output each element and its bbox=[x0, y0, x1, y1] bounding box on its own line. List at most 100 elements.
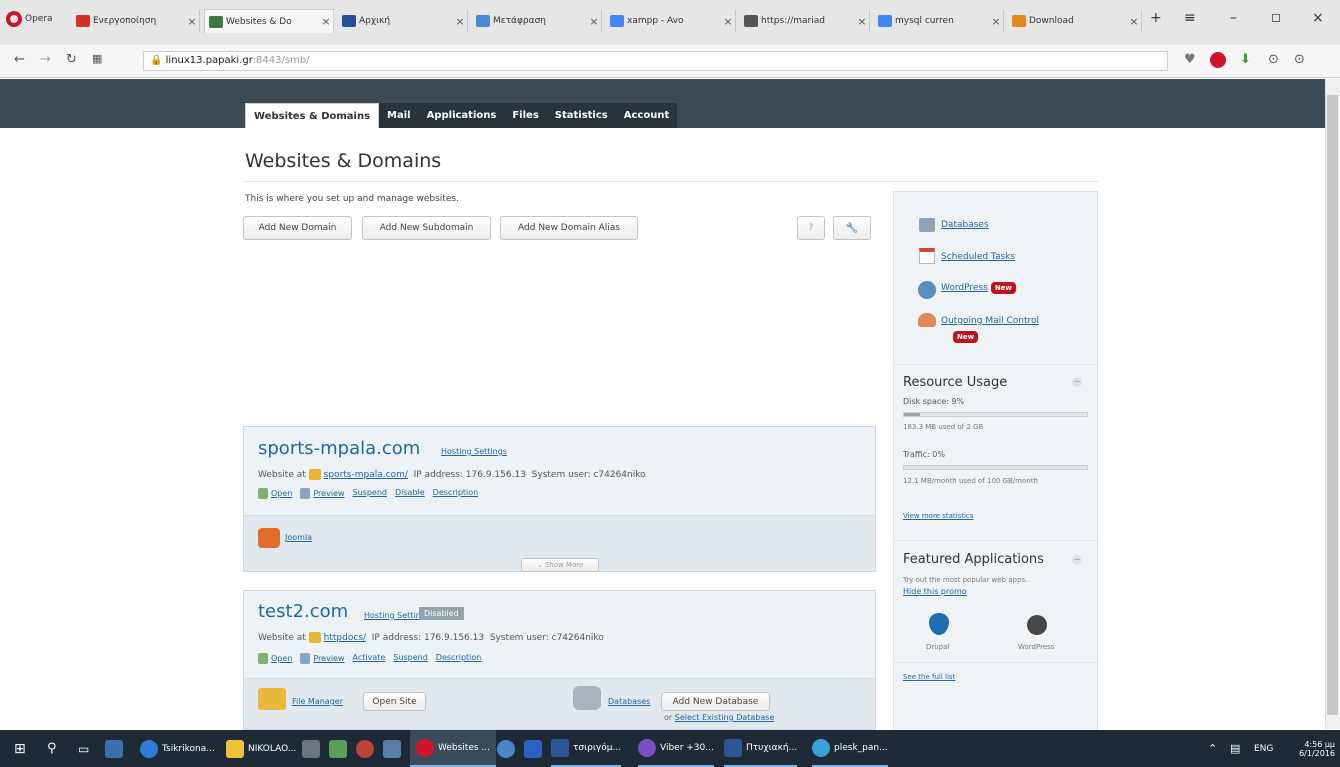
databases-link[interactable]: Databases bbox=[941, 220, 989, 230]
close-tab-icon[interactable]: × bbox=[855, 15, 869, 28]
add-new-domain-alias-button[interactable]: Add New Domain Alias bbox=[500, 216, 638, 240]
browser-tab[interactable]: Download × bbox=[1008, 10, 1142, 32]
scheduled-tasks-link[interactable]: Scheduled Tasks bbox=[941, 252, 1015, 262]
suspend-action[interactable]: Suspend bbox=[353, 488, 387, 499]
scrollbar-thumb[interactable] bbox=[1327, 95, 1338, 715]
domain-name-link[interactable]: sports-mpala.com bbox=[258, 438, 420, 459]
add-new-subdomain-button[interactable]: Add New Subdomain bbox=[362, 216, 491, 240]
tab-menu-icon[interactable]: ≡ bbox=[1184, 10, 1196, 26]
taskbar-store[interactable] bbox=[302, 730, 324, 767]
description-action[interactable]: Description bbox=[433, 488, 479, 499]
notification-icon[interactable]: ▤ bbox=[1230, 730, 1240, 767]
browser-tab-active[interactable]: Websites & Do × bbox=[204, 9, 334, 33]
close-tab-icon[interactable]: × bbox=[721, 15, 735, 28]
close-tab-icon[interactable]: × bbox=[1127, 15, 1141, 28]
taskbar-app[interactable] bbox=[383, 730, 405, 767]
back-icon[interactable]: ← bbox=[14, 52, 25, 67]
domain-name-link[interactable]: test2.com bbox=[258, 601, 348, 622]
url-input[interactable]: 🔒 linux13.papaki.gr:8443/smb/ bbox=[143, 51, 1168, 71]
taskbar-paint[interactable]: plesk_pan... bbox=[812, 730, 888, 767]
preview-action[interactable]: Preview bbox=[300, 653, 345, 664]
language-indicator[interactable]: ENG bbox=[1254, 730, 1273, 767]
taskbar-app[interactable] bbox=[329, 730, 351, 767]
browser-tab[interactable]: Ενεργοποίηση × bbox=[72, 10, 200, 32]
tools-button[interactable]: 🔧 bbox=[833, 216, 871, 240]
hosting-settings-link[interactable]: Hosting Settings bbox=[441, 447, 507, 456]
description-action[interactable]: Description bbox=[436, 653, 482, 664]
tab-websites-domains[interactable]: Websites & Domains bbox=[245, 103, 380, 128]
new-tab-button[interactable]: + bbox=[1150, 10, 1162, 26]
folder-icon bbox=[308, 469, 321, 480]
add-new-database-button[interactable]: Add New Database bbox=[661, 692, 770, 711]
taskbar-word2[interactable]: Πτυχιακή... bbox=[724, 730, 798, 767]
help-button[interactable]: ? bbox=[797, 216, 825, 240]
browser-tab[interactable]: Μετάφραση × bbox=[472, 10, 602, 32]
taskbar-word[interactable]: τσιριγόμ... bbox=[551, 730, 622, 767]
reload-icon[interactable]: ↻ bbox=[66, 52, 77, 67]
taskbar-opera[interactable]: Websites ... bbox=[410, 730, 497, 767]
file-manager-link[interactable]: File Manager bbox=[292, 697, 343, 706]
tab-files[interactable]: Files bbox=[504, 103, 547, 128]
close-tab-icon[interactable]: × bbox=[989, 15, 1003, 28]
tab-account[interactable]: Account bbox=[615, 103, 678, 128]
close-tab-icon[interactable]: × bbox=[319, 15, 333, 28]
see-full-list-link[interactable]: See the full list bbox=[903, 673, 955, 681]
menu-extension-icon[interactable]: ⊙ bbox=[1294, 52, 1305, 67]
show-more-button[interactable]: ⌄ Show More bbox=[521, 558, 599, 572]
minimize-button[interactable]: – bbox=[1230, 10, 1237, 26]
extension-icon[interactable]: ⊙ bbox=[1268, 52, 1279, 67]
close-tab-icon[interactable]: × bbox=[587, 15, 601, 28]
open-site-button[interactable]: Open Site bbox=[363, 692, 426, 711]
joomla-link[interactable]: Joomla bbox=[285, 533, 312, 542]
tab-applications[interactable]: Applications bbox=[418, 103, 505, 128]
suspend-action[interactable]: Suspend bbox=[393, 653, 427, 664]
databases-link[interactable]: Databases bbox=[608, 697, 650, 706]
heart-icon[interactable]: ♥ bbox=[1184, 52, 1196, 67]
activate-action[interactable]: Activate bbox=[353, 653, 386, 664]
select-existing-database-link[interactable]: Select Existing Database bbox=[675, 713, 775, 722]
open-action[interactable]: Open bbox=[258, 488, 292, 499]
close-tab-icon[interactable]: × bbox=[453, 15, 467, 28]
adblock-icon[interactable] bbox=[1210, 52, 1226, 68]
disable-action[interactable]: Disable bbox=[395, 488, 425, 499]
close-tab-icon[interactable]: × bbox=[185, 15, 199, 28]
docroot-link[interactable]: httpdocs/ bbox=[324, 633, 366, 643]
collapse-resource-icon[interactable]: − bbox=[1072, 377, 1082, 387]
download-icon[interactable]: ⬇ bbox=[1240, 52, 1251, 67]
task-view-button[interactable]: ▭ bbox=[78, 730, 89, 767]
forward-icon[interactable]: → bbox=[40, 52, 51, 67]
browser-tab[interactable]: xampp - Avo × bbox=[606, 10, 736, 32]
taskbar-app[interactable] bbox=[356, 730, 378, 767]
browser-tab[interactable]: Αρχική × bbox=[338, 10, 468, 32]
taskbar-edge[interactable]: Tsikrikona... bbox=[140, 730, 215, 767]
drupal-label[interactable]: Drupal bbox=[926, 643, 949, 651]
add-new-domain-button[interactable]: Add New Domain bbox=[243, 216, 352, 240]
browser-tab[interactable]: https://mariad × bbox=[740, 10, 870, 32]
search-button[interactable]: ⚲ bbox=[47, 730, 57, 767]
taskbar-app[interactable] bbox=[497, 730, 519, 767]
open-action[interactable]: Open bbox=[258, 653, 292, 664]
outgoing-mail-control-link[interactable]: Outgoing Mail Control bbox=[941, 316, 1039, 326]
wordpress-app-icon[interactable] bbox=[1027, 615, 1047, 635]
close-window-button[interactable]: × bbox=[1312, 10, 1324, 26]
taskbar-app[interactable] bbox=[524, 730, 546, 767]
tab-statistics[interactable]: Statistics bbox=[546, 103, 616, 128]
view-more-statistics-link[interactable]: View more statistics bbox=[903, 512, 973, 520]
opera-menu-button[interactable]: Opera bbox=[6, 11, 53, 27]
browser-tab[interactable]: mysql curren × bbox=[874, 10, 1004, 32]
start-button[interactable]: ⊞ bbox=[14, 730, 26, 767]
maximize-button[interactable]: ◻ bbox=[1271, 10, 1281, 24]
clock[interactable]: 4:56 μμ 6/1/2016 bbox=[1293, 730, 1335, 767]
wordpress-label[interactable]: WordPress bbox=[1018, 643, 1054, 651]
taskbar-viber[interactable]: Viber +30... bbox=[638, 730, 714, 767]
collapse-featured-icon[interactable]: − bbox=[1072, 555, 1082, 565]
taskbar-app[interactable] bbox=[105, 730, 127, 767]
hide-promo-link[interactable]: Hide this promo bbox=[903, 587, 967, 596]
docroot-link[interactable]: sports-mpala.com/ bbox=[324, 470, 408, 480]
taskbar-folder[interactable]: NIKOLAO... bbox=[226, 730, 296, 767]
wordpress-link[interactable]: WordPress New bbox=[941, 282, 1016, 294]
speed-dial-icon[interactable]: ▦ bbox=[92, 52, 102, 65]
tray-chevron-icon[interactable]: ⌃ bbox=[1208, 730, 1217, 767]
preview-action[interactable]: Preview bbox=[300, 488, 345, 499]
tab-mail[interactable]: Mail bbox=[379, 103, 419, 128]
